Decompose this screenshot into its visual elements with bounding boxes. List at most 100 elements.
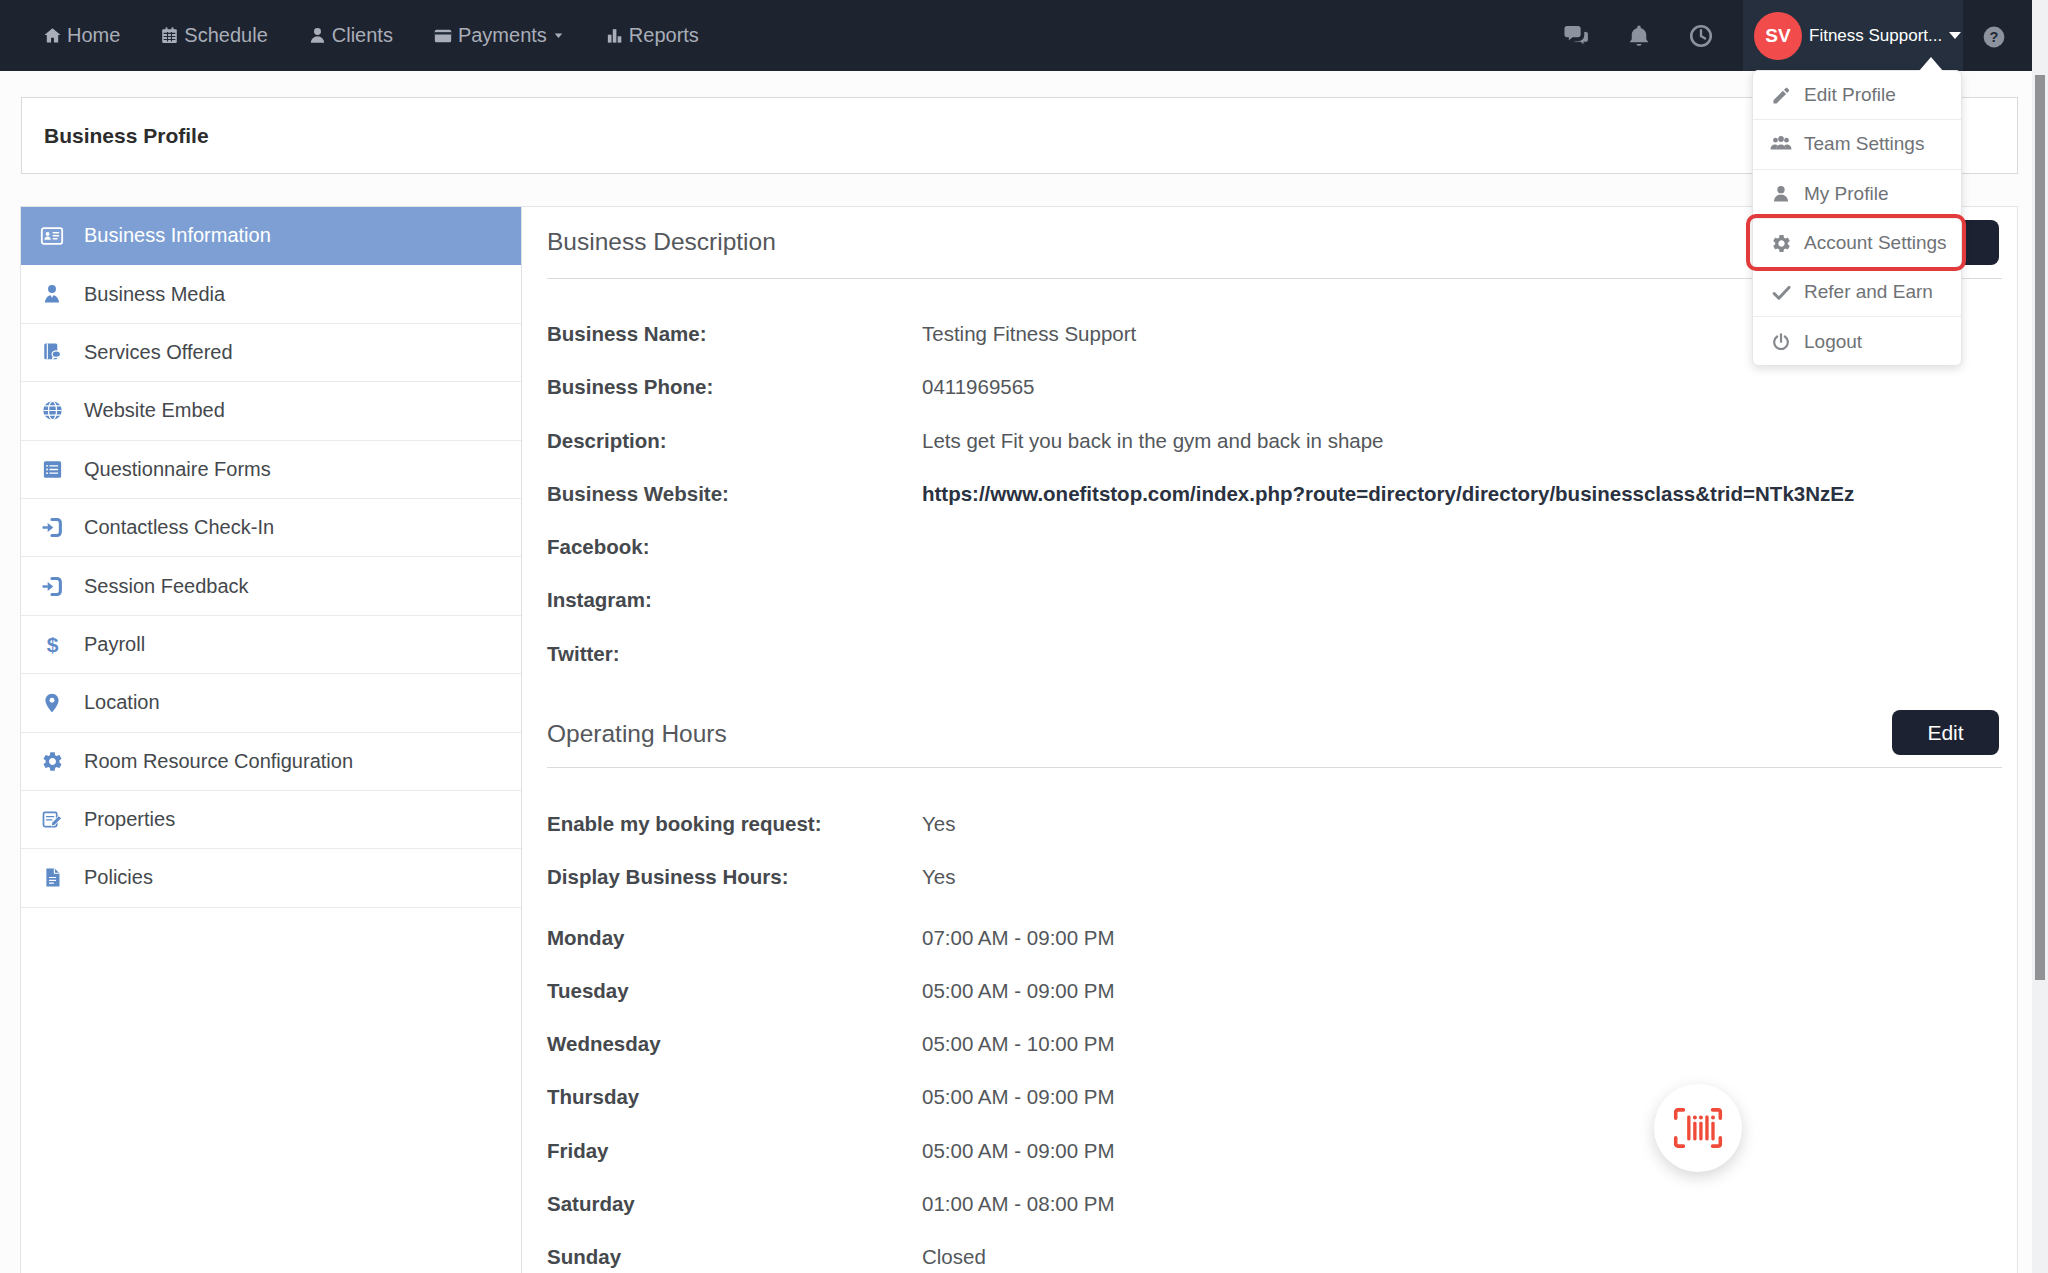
field-row: Business Website:https://www.onefitstop.… <box>547 483 1999 536</box>
sidebar-item-contactless-check-in[interactable]: Contactless Check-In <box>21 499 521 557</box>
help-icon[interactable]: ? <box>1981 24 2007 54</box>
document-icon <box>40 867 64 888</box>
avatar-initials: SV <box>1765 25 1790 47</box>
sidebar-item-label: Website Embed <box>84 399 225 422</box>
edit-operating-hours-button[interactable]: Edit <box>1892 710 1999 755</box>
field-row: Wednesday05:00 AM - 10:00 PM <box>547 1033 1999 1086</box>
bell-icon[interactable] <box>1626 23 1652 49</box>
menu-item-logout[interactable]: Logout <box>1753 317 1961 366</box>
menu-item-refer-and-earn[interactable]: Refer and Earn <box>1753 268 1961 317</box>
nav-item-home[interactable]: Home <box>43 24 120 47</box>
chat-icon[interactable] <box>1563 22 1590 49</box>
home-icon <box>43 26 62 45</box>
map-marker-icon <box>40 692 64 714</box>
sidebar-item-label: Business Media <box>84 283 225 306</box>
field-label: Business Name: <box>547 323 922 345</box>
field-value: 05:00 AM - 09:00 PM <box>922 1086 1115 1108</box>
field-row: Display Business Hours:Yes <box>547 866 1999 919</box>
person-tie-icon <box>40 283 64 305</box>
nav-label: Reports <box>629 24 699 47</box>
field-label: Instagram: <box>547 589 922 611</box>
operating-hours-title: Operating Hours <box>547 720 727 748</box>
menu-item-label: Team Settings <box>1804 133 1924 155</box>
business-description-title: Business Description <box>547 228 776 256</box>
field-label: Tuesday <box>547 980 922 1002</box>
main-nav: Home Schedule Clients Payments Reports <box>43 0 699 71</box>
field-row: Instagram: <box>547 589 1999 642</box>
scrollbar-thumb[interactable] <box>2035 75 2045 980</box>
dropdown-arrow <box>1919 57 1943 71</box>
credit-card-icon <box>433 26 453 46</box>
nav-label: Clients <box>332 24 393 47</box>
field-row: SundayClosed <box>547 1246 1999 1273</box>
business-description-fields: Business Name:Testing Fitness Support Bu… <box>547 323 1999 696</box>
menu-item-edit-profile[interactable]: Edit Profile <box>1753 71 1961 120</box>
field-row: Twitter: <box>547 643 1999 696</box>
nav-label: Payments <box>458 24 547 47</box>
power-icon <box>1769 332 1793 352</box>
field-label: Facebook: <box>547 536 922 558</box>
sign-in-icon <box>40 516 64 539</box>
caret-down-icon <box>552 29 565 42</box>
nav-item-clients[interactable]: Clients <box>308 24 393 47</box>
scrollbar-track[interactable] <box>2032 0 2048 1273</box>
field-label: Wednesday <box>547 1033 922 1055</box>
field-value: Yes <box>922 813 955 835</box>
field-label: Saturday <box>547 1193 922 1215</box>
sidebar-item-properties[interactable]: Properties <box>21 791 521 849</box>
field-label: Sunday <box>547 1246 922 1268</box>
clock-icon[interactable] <box>1688 23 1714 49</box>
field-label: Friday <box>547 1140 922 1162</box>
sidebar-item-label: Session Feedback <box>84 575 249 598</box>
nav-item-reports[interactable]: Reports <box>605 24 699 47</box>
scan-widget-button[interactable] <box>1654 1084 1742 1172</box>
operating-hours-fields: Enable my booking request:Yes Display Bu… <box>547 813 1999 1273</box>
check-icon <box>1769 282 1793 303</box>
menu-item-team-settings[interactable]: Team Settings <box>1753 120 1961 169</box>
gear-icon <box>40 750 64 773</box>
sidebar-item-label: Policies <box>84 866 153 889</box>
user-name: Fitness Support... <box>1809 26 1942 46</box>
nav-label: Home <box>67 24 120 47</box>
menu-item-account-settings[interactable]: Account Settings <box>1753 219 1961 268</box>
sidebar-item-website-embed[interactable]: Website Embed <box>21 382 521 440</box>
sidebar-item-label: Payroll <box>84 633 145 656</box>
menu-item-label: My Profile <box>1804 183 1888 205</box>
field-value: 07:00 AM - 09:00 PM <box>922 927 1115 949</box>
user-dropdown-menu: Edit Profile Team Settings My Profile Ac… <box>1752 70 1962 366</box>
sidebar-item-business-information[interactable]: Business Information <box>21 207 521 265</box>
menu-item-label: Edit Profile <box>1804 84 1896 106</box>
calendar-icon <box>160 26 179 45</box>
page-title: Business Profile <box>22 98 2017 173</box>
dollar-icon: $ <box>40 633 64 656</box>
field-row: Friday05:00 AM - 09:00 PM <box>547 1140 1999 1193</box>
settings-sidebar: Business Information Business Media Serv… <box>21 207 522 1273</box>
sidebar-item-services-offered[interactable]: Services Offered <box>21 324 521 382</box>
business-website-link[interactable]: https://www.onefitstop.com/index.php?rou… <box>922 483 1854 505</box>
sidebar-item-business-media[interactable]: Business Media <box>21 265 521 323</box>
sidebar-item-label: Questionnaire Forms <box>84 458 271 481</box>
users-icon <box>1769 132 1793 156</box>
field-label: Thursday <box>547 1086 922 1108</box>
sidebar-item-room-resource-configuration[interactable]: Room Resource Configuration <box>21 733 521 791</box>
menu-item-label: Refer and Earn <box>1804 281 1933 303</box>
sidebar-item-payroll[interactable]: $ Payroll <box>21 616 521 674</box>
field-row: Thursday05:00 AM - 09:00 PM <box>547 1086 1999 1139</box>
field-value: 0411969565 <box>922 376 1035 398</box>
field-row: Facebook: <box>547 536 1999 589</box>
field-value: Testing Fitness Support <box>922 323 1136 345</box>
menu-item-label: Account Settings <box>1804 232 1947 254</box>
top-navbar: Home Schedule Clients Payments Reports S… <box>0 0 2032 71</box>
sidebar-item-policies[interactable]: Policies <box>21 849 521 907</box>
sidebar-item-questionnaire-forms[interactable]: Questionnaire Forms <box>21 441 521 499</box>
field-value: 05:00 AM - 10:00 PM <box>922 1033 1115 1055</box>
nav-item-schedule[interactable]: Schedule <box>160 24 267 47</box>
edit-note-icon <box>40 808 64 831</box>
menu-item-my-profile[interactable]: My Profile <box>1753 170 1961 219</box>
field-value: Lets get Fit you back in the gym and bac… <box>922 430 1384 452</box>
navbar-icon-group <box>1563 0 1714 71</box>
field-label: Twitter: <box>547 643 922 665</box>
nav-item-payments[interactable]: Payments <box>433 24 565 47</box>
sidebar-item-session-feedback[interactable]: Session Feedback <box>21 557 521 615</box>
sidebar-item-location[interactable]: Location <box>21 674 521 732</box>
